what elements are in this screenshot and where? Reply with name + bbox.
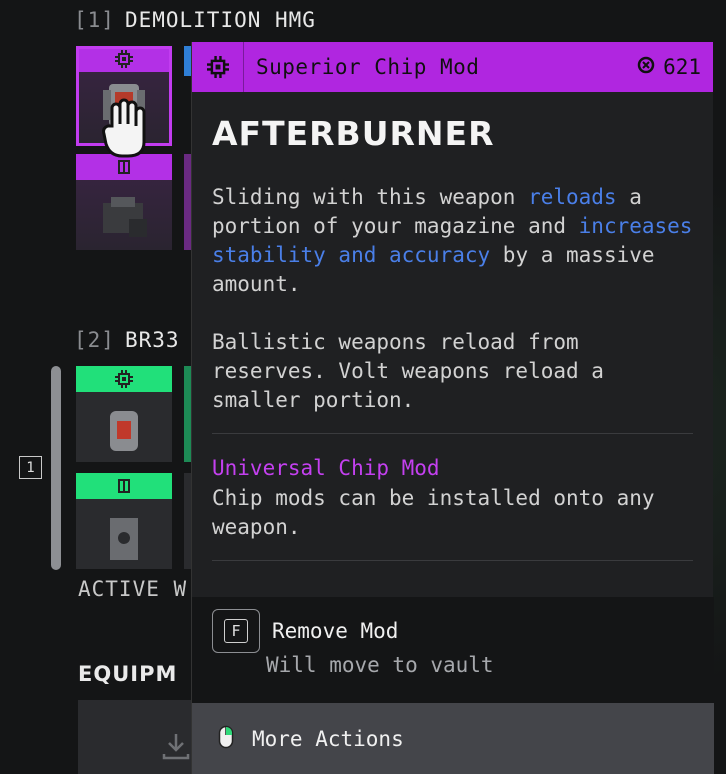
equipment-label: EQUIPM <box>78 662 178 686</box>
loadout-scrollbar[interactable] <box>51 366 61 570</box>
magazine-mod-art <box>76 180 172 250</box>
chip-icon <box>76 46 172 72</box>
remove-mod-label: Remove Mod <box>272 619 399 643</box>
magazine-icon <box>76 473 172 499</box>
weapon-2-index: [2] <box>74 328 115 352</box>
divider <box>212 433 693 434</box>
weapon-1-index: [1] <box>74 8 115 32</box>
mod-type-description: Chip mods can be installed onto any weap… <box>212 486 655 539</box>
download-icon <box>160 730 192 766</box>
mod-slot-chip-2[interactable] <box>76 366 172 462</box>
weapon-1-name: DEMOLITION HMG <box>124 8 316 32</box>
equipment-slot[interactable] <box>78 700 198 774</box>
remove-mod-action[interactable]: F Remove Mod <box>212 609 398 653</box>
mod-cost-value: 621 <box>663 55 701 79</box>
page-badge: 1 <box>19 456 42 479</box>
mod-description: Sliding with this weapon reloads a porti… <box>212 183 693 299</box>
more-actions-label: More Actions <box>252 726 404 751</box>
mouse-right-click-icon <box>218 725 234 753</box>
desc-text: Sliding with this weapon <box>212 185 529 209</box>
desc-highlight-reloads: reloads <box>528 185 617 209</box>
weapon-1-header: [1] DEMOLITION HMG <box>74 8 316 32</box>
chip-icon <box>192 42 244 92</box>
key-f-icon: F <box>212 609 260 653</box>
mod-rarity-category: Superior Chip Mod <box>256 55 480 79</box>
mod-description-note: Ballistic weapons reload from reserves. … <box>212 330 604 412</box>
mod-tooltip: Superior Chip Mod 621 AFTERBURNER Slidin… <box>191 42 714 774</box>
currency-icon <box>637 55 655 79</box>
weapon-2-header: [2] BR33 <box>74 328 180 352</box>
mod-slot-magazine-2[interactable] <box>76 473 172 569</box>
mod-cost: 621 <box>637 55 701 79</box>
divider <box>212 560 693 561</box>
mod-name: AFTERBURNER <box>212 114 495 153</box>
mod-type-title: Universal Chip Mod <box>212 456 440 480</box>
weapon-2-name: BR33 <box>124 328 180 352</box>
hand-cursor-icon <box>100 96 156 172</box>
magazine-mod-art <box>76 499 172 569</box>
active-weapon-label: ACTIVE W <box>78 577 188 601</box>
remove-mod-hint: Will move to vault <box>266 653 494 677</box>
chip-icon <box>76 366 172 392</box>
chip-mod-art <box>76 392 172 462</box>
tooltip-header: Superior Chip Mod 621 <box>192 42 713 92</box>
key-label: F <box>224 619 248 643</box>
more-actions-button[interactable]: More Actions <box>192 703 714 774</box>
action-area: F Remove Mod Will move to vault More Act… <box>192 597 714 774</box>
